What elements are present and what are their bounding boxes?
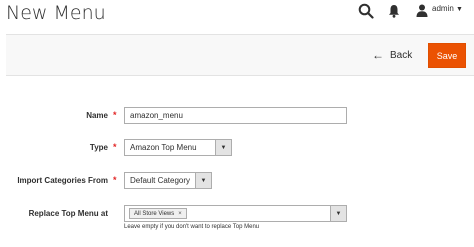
- store-views-multiselect[interactable]: All Store Views × ▼: [124, 205, 347, 222]
- admin-user-label[interactable]: admin: [432, 4, 454, 13]
- required-marker: *: [113, 142, 117, 152]
- back-button[interactable]: ← Back: [372, 45, 412, 65]
- type-select-value: Amazon Top Menu: [130, 143, 197, 152]
- import-categories-select-value: Default Category: [130, 176, 191, 185]
- replace-top-menu-note: Leave empty if you don't want to replace…: [124, 224, 260, 230]
- name-field-row: Name *: [0, 107, 474, 127]
- import-categories-label: Import Categories From: [17, 176, 108, 185]
- bell-icon[interactable]: [388, 4, 400, 18]
- import-categories-field-row: Import Categories From * Default Categor…: [0, 172, 474, 192]
- type-label: Type: [89, 143, 108, 152]
- replace-top-menu-label: Replace Top Menu at: [28, 209, 108, 218]
- page-actions-bar: ← Back Save: [6, 34, 474, 76]
- user-icon[interactable]: [416, 4, 428, 17]
- name-label: Name: [86, 111, 108, 120]
- search-icon[interactable]: [358, 3, 374, 19]
- required-marker: *: [113, 110, 117, 120]
- type-select[interactable]: Amazon Top Menu ▼: [124, 139, 232, 156]
- replace-top-menu-field-row: Replace Top Menu at All Store Views × ▼: [0, 205, 474, 225]
- chevron-down-icon[interactable]: ▼: [456, 6, 463, 13]
- remove-chip-icon[interactable]: ×: [178, 211, 182, 217]
- chevron-down-icon[interactable]: ▼: [330, 206, 346, 221]
- page-header: New Menu admin ▼: [0, 0, 474, 30]
- import-categories-select[interactable]: Default Category ▼: [124, 172, 212, 189]
- type-field-row: Type * Amazon Top Menu ▼: [0, 139, 474, 159]
- name-input[interactable]: [124, 107, 347, 124]
- save-button[interactable]: Save: [428, 43, 466, 68]
- store-view-chip-label: All Store Views: [134, 210, 175, 217]
- page-title: New Menu: [6, 2, 106, 24]
- chevron-down-icon[interactable]: ▼: [195, 173, 211, 188]
- back-button-label: Back: [390, 49, 413, 61]
- required-marker: *: [113, 175, 117, 185]
- store-view-chip: All Store Views ×: [129, 208, 187, 219]
- chevron-down-icon[interactable]: ▼: [215, 140, 231, 155]
- arrow-left-icon: ←: [372, 48, 384, 62]
